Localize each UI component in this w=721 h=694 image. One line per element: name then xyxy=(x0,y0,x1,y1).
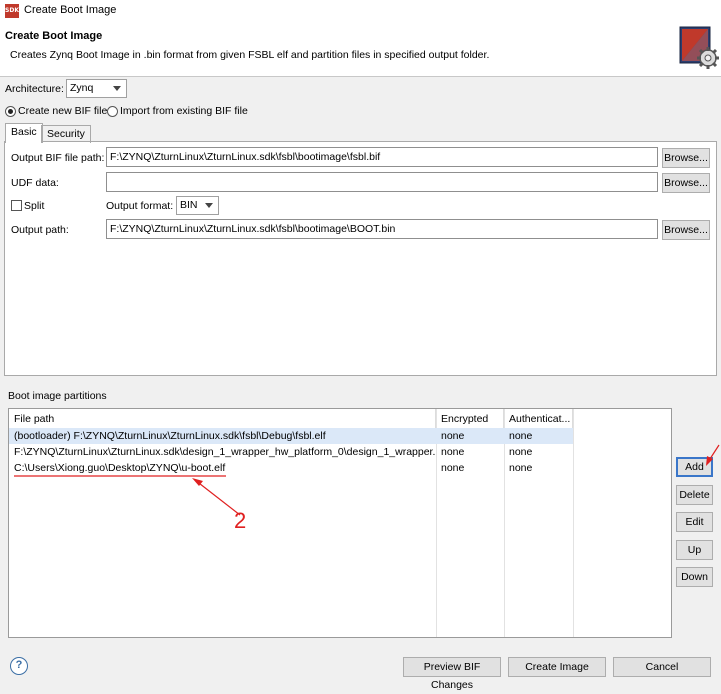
column-header-encrypted[interactable]: Encrypted xyxy=(436,409,504,429)
chevron-down-icon xyxy=(113,86,121,91)
import-bif-radio[interactable] xyxy=(107,106,118,117)
banner-title: Create Boot Image xyxy=(5,30,103,42)
output-bif-field[interactable]: F:\ZYNQ\ZturnLinux\ZturnLinux.sdk\fsbl\b… xyxy=(106,147,658,167)
sdk-app-icon: SDK xyxy=(5,4,19,18)
udf-data-field[interactable] xyxy=(106,172,658,192)
annotation-overlay xyxy=(14,444,720,516)
column-header-authentication[interactable]: Authenticat... xyxy=(504,409,573,429)
import-bif-label[interactable]: Import from existing BIF file xyxy=(120,105,248,117)
tab-security[interactable]: Security xyxy=(41,125,91,143)
browse-output-button[interactable]: Browse... xyxy=(662,220,710,240)
banner-description: Creates Zynq Boot Image in .bin format f… xyxy=(10,49,490,61)
move-down-button[interactable]: Down xyxy=(676,567,713,587)
annotation-arrowhead-add xyxy=(706,456,713,466)
output-format-label: Output format: xyxy=(106,200,174,212)
output-format-select[interactable]: BIN xyxy=(176,196,219,215)
browse-udf-button[interactable]: Browse... xyxy=(662,173,710,193)
annotation-number: 2 xyxy=(234,508,247,533)
preview-bif-button[interactable]: Preview BIF Changes xyxy=(403,657,501,691)
architecture-select[interactable]: Zynq xyxy=(66,79,127,98)
help-icon[interactable]: ? xyxy=(10,657,28,675)
split-label[interactable]: Split xyxy=(24,200,44,212)
architecture-label: Architecture: xyxy=(5,83,64,95)
create-new-bif-radio[interactable] xyxy=(5,106,16,117)
cancel-button[interactable]: Cancel xyxy=(613,657,711,677)
browse-bif-button[interactable]: Browse... xyxy=(662,148,710,168)
partitions-group-label: Boot image partitions xyxy=(8,390,107,402)
output-bif-label: Output BIF file path: xyxy=(11,152,105,164)
output-format-value: BIN xyxy=(180,199,198,211)
chevron-down-icon xyxy=(205,203,213,208)
output-path-label: Output path: xyxy=(11,224,69,236)
create-image-button[interactable]: Create Image xyxy=(508,657,606,677)
output-path-field[interactable]: F:\ZYNQ\ZturnLinux\ZturnLinux.sdk\fsbl\b… xyxy=(106,219,658,239)
create-new-bif-label[interactable]: Create new BIF file xyxy=(18,105,107,117)
tab-basic[interactable]: Basic xyxy=(5,123,43,143)
udf-data-label: UDF data: xyxy=(11,177,59,189)
window-title: Create Boot Image xyxy=(24,4,117,16)
column-header-file-path[interactable]: File path xyxy=(9,409,436,429)
architecture-value: Zynq xyxy=(70,82,94,94)
move-up-button[interactable]: Up xyxy=(676,540,713,560)
split-checkbox[interactable] xyxy=(11,200,22,211)
boot-image-wizard-icon xyxy=(679,26,719,69)
